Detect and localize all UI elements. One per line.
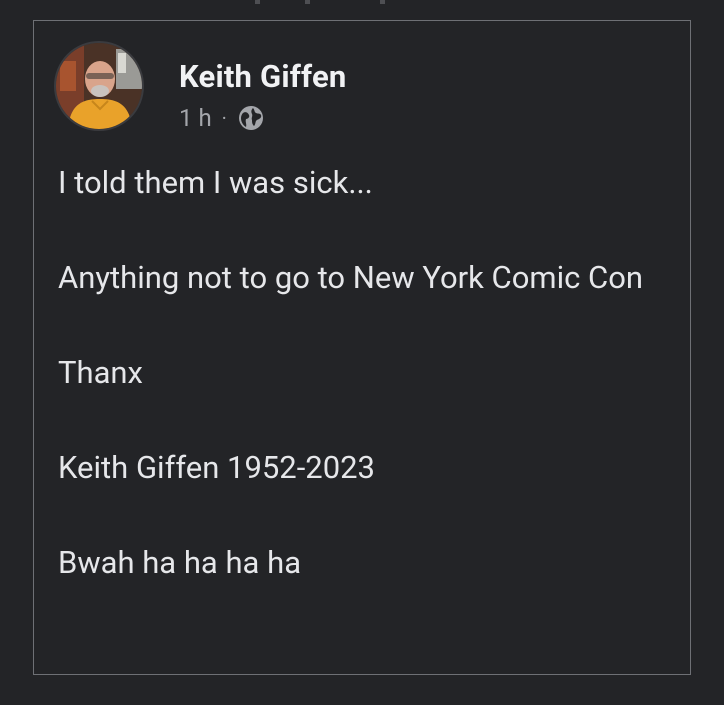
avatar[interactable] [54, 41, 144, 131]
post-paragraph: I told them I was sick... [58, 164, 373, 201]
timestamp[interactable]: 1 h [179, 104, 212, 132]
top-cropped-edge [230, 0, 480, 4]
post-paragraph: Bwah ha ha ha ha [58, 544, 302, 581]
post-paragraph: Thanx [58, 354, 143, 391]
avatar-photo [56, 43, 142, 129]
post-card: Keith Giffen 1 h · I told them I was sic… [33, 20, 691, 675]
post-paragraph: Anything not to go to New York Comic Con [58, 259, 644, 296]
post-paragraph: Keith Giffen 1952-2023 [58, 449, 375, 486]
meta-separator: · [221, 106, 227, 130]
post-body: I told them I was sick... Anything not t… [58, 159, 678, 587]
author-name[interactable]: Keith Giffen [179, 58, 347, 95]
post-meta: 1 h · [179, 104, 265, 132]
globe-icon [237, 104, 265, 132]
